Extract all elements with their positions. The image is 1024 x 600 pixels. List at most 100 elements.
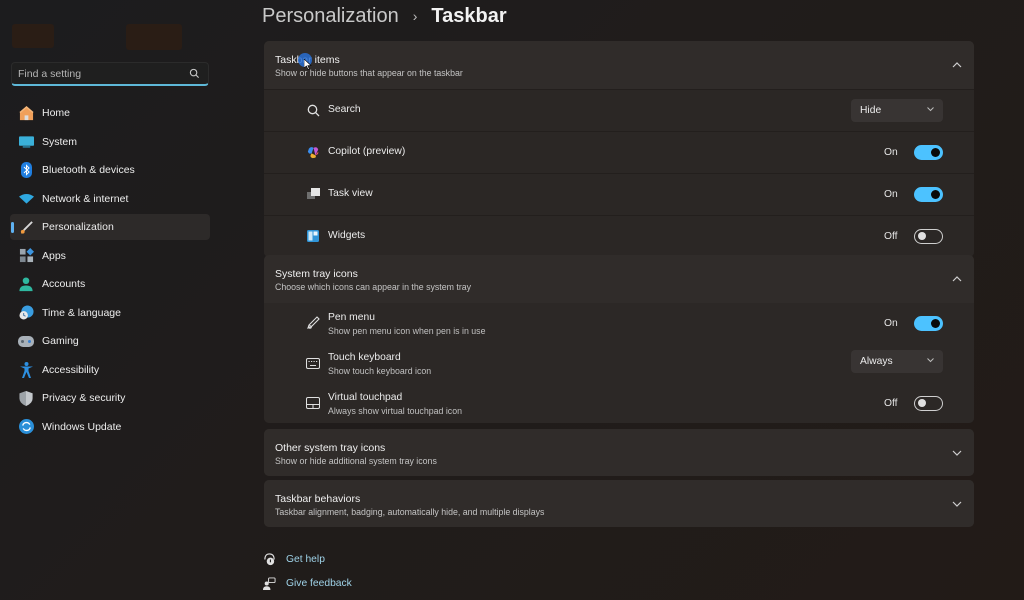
other-system-tray-icons-section[interactable]: Other system tray icons Show or hide add… (264, 429, 974, 476)
sidebar-item-label: Accessibility (42, 363, 100, 376)
copilot-toggle-wrap: On (884, 145, 943, 160)
sidebar-item-home[interactable]: Home (10, 100, 210, 126)
setting-description: Show touch keyboard icon (328, 366, 432, 376)
bluetooth-icon (18, 162, 34, 178)
breadcrumb-separator: › (412, 8, 418, 24)
sidebar-item-gaming[interactable]: Gaming (10, 328, 210, 354)
sidebar-item-label: Bluetooth & devices (42, 164, 135, 176)
give-feedback-link[interactable]: Give feedback (262, 576, 352, 590)
sidebar-item-apps[interactable]: Apps (10, 243, 210, 269)
keyboard-icon (306, 356, 320, 370)
accounts-icon (18, 276, 34, 292)
section-title: System tray icons (275, 268, 358, 280)
chevron-down-icon (927, 107, 934, 112)
chevron-down-icon[interactable] (952, 449, 962, 457)
sidebar-item-label: Windows Update (42, 420, 122, 433)
system-tray-icons-section: System tray icons Choose which icons can… (264, 255, 974, 423)
accessibility-icon (18, 361, 34, 378)
setting-description: Show pen menu icon when pen is in use (328, 326, 486, 336)
sidebar-item-label: Privacy & security (42, 392, 126, 404)
setting-label: Search (328, 104, 361, 115)
section-title: Taskbar items (275, 54, 340, 66)
section-subtitle: Show or hide additional system tray icon… (275, 456, 437, 466)
setting-description: Always show virtual touchpad icon (328, 406, 462, 416)
touchpad-icon (306, 396, 320, 410)
section-title: Taskbar behaviors (275, 493, 361, 505)
setting-row-copilot: Copilot (preview) On (264, 131, 974, 173)
find-setting-search[interactable] (11, 62, 209, 86)
system-icon (18, 134, 34, 150)
sidebar-item-accessibility[interactable]: Accessibility (10, 357, 210, 383)
sidebar-item-system[interactable]: System (10, 129, 210, 155)
task-view-icon (306, 187, 320, 201)
touch-keyboard-dropdown[interactable]: Always (851, 350, 943, 373)
pen-menu-toggle-wrap: On (884, 316, 943, 331)
pen-menu-toggle[interactable] (914, 316, 943, 331)
copilot-icon (306, 145, 320, 159)
section-subtitle: Choose which icons can appear in the sys… (275, 282, 472, 292)
copilot-toggle[interactable] (914, 145, 943, 160)
toggle-state-text: On (884, 189, 898, 200)
sidebar-item-label: Home (42, 107, 71, 119)
sidebar-item-accounts[interactable]: Accounts (10, 271, 210, 297)
sidebar-item-bluetooth[interactable]: Bluetooth & devices (10, 157, 210, 183)
chevron-down-icon (927, 358, 934, 363)
virtual-touchpad-toggle[interactable] (914, 396, 943, 411)
sidebar-item-label: Personalization (42, 221, 114, 233)
sidebar-item-personalization[interactable]: Personalization (10, 214, 210, 240)
setting-row-search: Search Hide (264, 89, 974, 131)
chevron-up-icon[interactable] (952, 275, 962, 283)
taskbar-behaviors-header[interactable]: Taskbar behaviors Taskbar alignment, bad… (264, 480, 974, 527)
widgets-toggle[interactable] (914, 229, 943, 244)
breadcrumb: Personalization › Taskbar (262, 4, 507, 28)
apps-icon (18, 248, 34, 264)
setting-row-virtual-touchpad: Virtual touchpad Always show virtual tou… (264, 383, 974, 423)
update-icon (18, 419, 34, 435)
sidebar-item-network[interactable]: Network & internet (10, 186, 210, 212)
help-icon (262, 552, 276, 566)
gamepad-icon (18, 333, 34, 349)
shield-icon (18, 390, 34, 406)
setting-row-touch-keyboard: Touch keyboard Show touch keyboard icon … (264, 343, 974, 383)
setting-label: Touch keyboard (328, 352, 401, 363)
sidebar-item-label: Apps (42, 249, 66, 262)
feedback-icon (262, 576, 276, 590)
setting-label: Pen menu (328, 312, 375, 323)
dropdown-value: Always (860, 356, 893, 367)
taskbar-behaviors-section[interactable]: Taskbar behaviors Taskbar alignment, bad… (264, 480, 974, 527)
chevron-up-icon[interactable] (952, 61, 962, 69)
search-icon[interactable] (189, 68, 200, 79)
give-feedback-text[interactable]: Give feedback (286, 578, 352, 589)
pen-icon (306, 316, 320, 330)
search-mode-dropdown[interactable]: Hide (851, 99, 943, 122)
widgets-toggle-wrap: Off (884, 229, 943, 244)
setting-label: Copilot (preview) (328, 146, 406, 157)
sidebar-item-privacy-security[interactable]: Privacy & security (10, 385, 210, 411)
toggle-state-text: On (884, 147, 898, 158)
brush-icon (18, 219, 34, 235)
sidebar-item-label: Network & internet (42, 192, 129, 205)
sidebar-item-label: Time & language (42, 306, 121, 319)
virtual-touchpad-toggle-wrap: Off (884, 396, 943, 411)
search-input[interactable] (18, 67, 178, 81)
task-view-toggle-wrap: On (884, 187, 943, 202)
dropdown-value: Hide (860, 105, 882, 116)
search-icon (306, 103, 320, 117)
sidebar-item-label: System (42, 135, 78, 148)
wifi-icon (18, 191, 34, 207)
chevron-down-icon[interactable] (952, 500, 962, 508)
other-tray-header[interactable]: Other system tray icons Show or hide add… (264, 429, 974, 476)
get-help-link[interactable]: Get help (262, 552, 325, 566)
task-view-toggle[interactable] (914, 187, 943, 202)
system-tray-header[interactable]: System tray icons Choose which icons can… (264, 255, 974, 303)
blurred-avatar (12, 24, 54, 48)
sidebar-item-time-language[interactable]: Time & language (10, 300, 210, 326)
taskbar-items-section: Taskbar items Show or hide buttons that … (264, 41, 974, 257)
taskbar-items-header[interactable]: Taskbar items Show or hide buttons that … (264, 41, 974, 89)
sidebar-item-windows-update[interactable]: Windows Update (10, 414, 210, 440)
section-subtitle: Show or hide buttons that appear on the … (275, 68, 463, 78)
breadcrumb-parent[interactable]: Personalization (262, 5, 399, 28)
setting-row-pen-menu: Pen menu Show pen menu icon when pen is … (264, 303, 974, 343)
get-help-text[interactable]: Get help (286, 554, 325, 565)
setting-label: Virtual touchpad (328, 392, 403, 403)
